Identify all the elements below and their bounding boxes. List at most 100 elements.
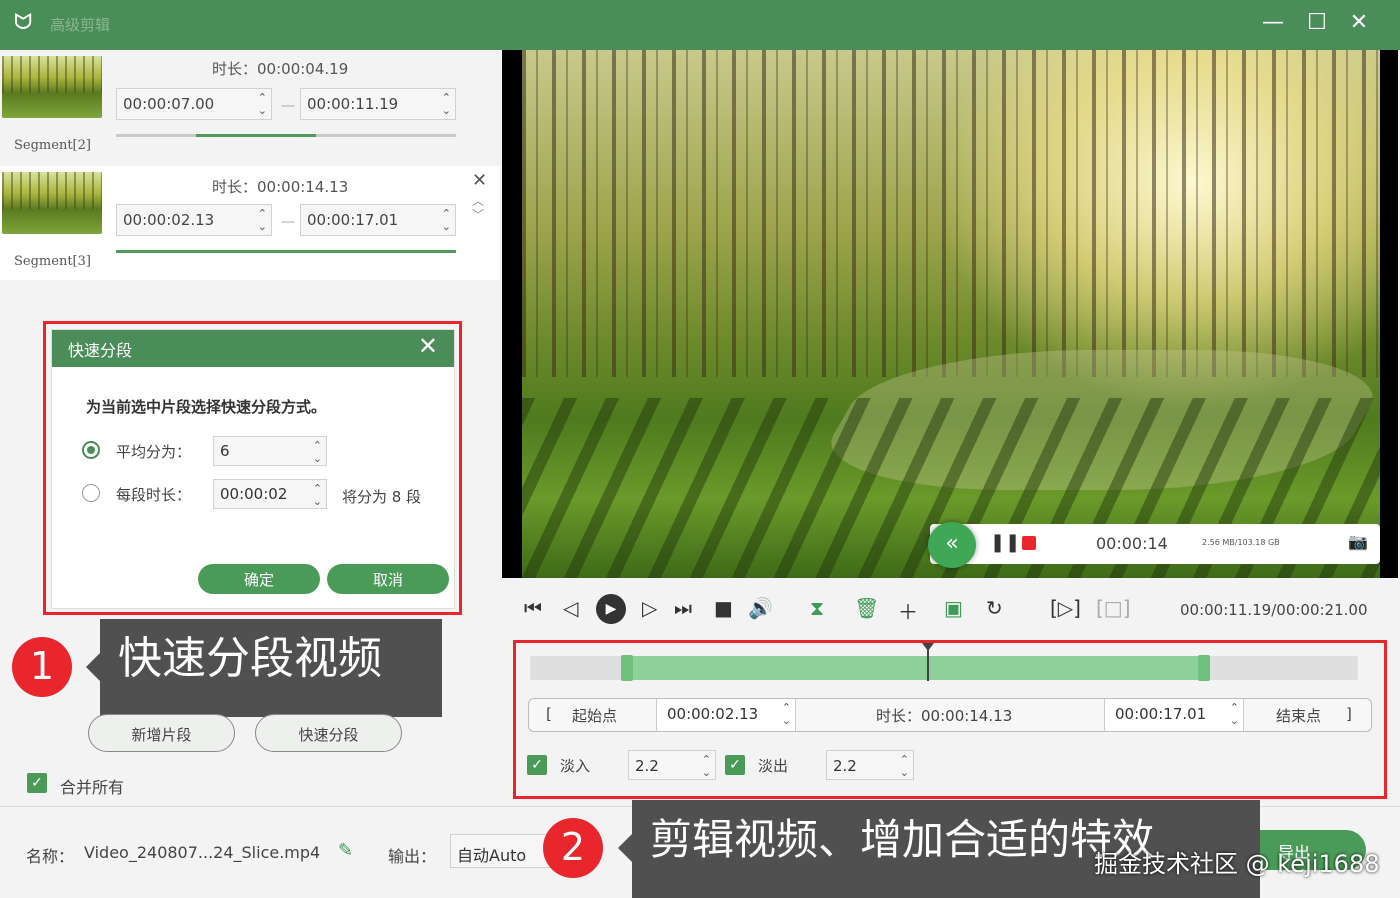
radio-duration[interactable]: [82, 484, 100, 502]
delete-icon[interactable]: 🗑: [854, 596, 879, 620]
play-selection-icon[interactable]: [▷]: [1050, 596, 1081, 620]
spinner-icon[interactable]: ⌃ ⌄: [258, 91, 267, 117]
volume-icon[interactable]: 🔊: [748, 596, 773, 620]
reset-icon[interactable]: ↻: [986, 596, 1003, 620]
app-logo-icon: ᗢ: [14, 10, 33, 35]
window-title: 高级剪辑: [50, 16, 111, 34]
dialog-header: 快速分段 ✕: [52, 330, 454, 367]
video-preview[interactable]: [502, 50, 1398, 578]
spinner-icon[interactable]: ⌃ ⌄: [442, 91, 451, 117]
quick-split-button[interactable]: 快速分段: [255, 714, 402, 752]
spinner-icon[interactable]: ⌃ ⌄: [258, 207, 267, 233]
output-filename: Video_240807...24_Slice.mp4: [84, 843, 321, 862]
timeline-start-handle[interactable]: [621, 655, 633, 681]
video-frame: [522, 50, 1398, 578]
spinner-icon[interactable]: ⌃ ⌄: [313, 439, 322, 465]
segment-item-selected[interactable]: Segment[3] 时长：00:00:14.13 00:00:02.13 ⌃ ⌄ …: [0, 166, 500, 280]
edit-name-icon[interactable]: ✎: [338, 840, 353, 861]
segment-end-input[interactable]: 00:00:17.01 ⌃ ⌄: [300, 204, 456, 236]
rewind-icon[interactable]: «: [928, 522, 976, 568]
confirm-button[interactable]: 确定: [198, 564, 320, 594]
end-time-input[interactable]: 00:00:17.01 ⌃ ⌄: [1104, 699, 1244, 731]
segment-duration: 时长：00:00:14.13: [212, 178, 349, 196]
set-start-button[interactable]: 起始点: [572, 705, 617, 726]
skip-end-icon[interactable]: ⏭: [674, 596, 692, 620]
segment-duration-input[interactable]: 00:00:02 ⌃ ⌄: [213, 479, 327, 509]
fade-out-label: 淡出: [758, 757, 789, 775]
add-segment-button[interactable]: 新增片段: [88, 714, 235, 752]
average-count-input[interactable]: 6 ⌃ ⌄: [213, 436, 327, 466]
skip-start-icon[interactable]: ⏮: [524, 596, 542, 620]
segment-label: Segment[3]: [14, 254, 91, 269]
average-label: 平均分为：: [116, 443, 192, 461]
output-label: 输出：: [388, 847, 437, 866]
segment-thumbnail: [2, 172, 102, 234]
segment-thumbnail: [2, 56, 102, 118]
segment-progress: [116, 250, 456, 253]
maximize-button[interactable]: ☐: [1302, 10, 1332, 35]
fade-in-input[interactable]: 2.2 ⌃ ⌄: [628, 750, 716, 780]
output-format-select[interactable]: 自动Auto: [450, 834, 550, 868]
start-time-input[interactable]: 00:00:02.13 ⌃ ⌄: [656, 699, 796, 731]
cancel-button[interactable]: 取消: [327, 564, 449, 594]
spinner-icon[interactable]: ⌃ ⌄: [782, 701, 791, 727]
delete-segment-icon[interactable]: ✕: [472, 170, 487, 191]
playback-timecode: 00:00:11.19/00:00:21.00: [1180, 601, 1368, 619]
recording-toolbar: « ❚❚ 00:00:14 2.56 MB/103.18 GB 📷: [928, 522, 1380, 568]
segment-label: Segment[2]: [14, 138, 91, 153]
recording-size: 2.56 MB/103.18 GB: [1202, 538, 1280, 547]
fade-out-input[interactable]: 2.2 ⌃ ⌄: [826, 750, 914, 780]
title-bar: ᗢ 高级剪辑 — ☐ ✕: [0, 0, 1400, 50]
segment-end-input[interactable]: 00:00:11.19 ⌃ ⌄: [300, 88, 456, 120]
name-label: 名称：: [26, 847, 75, 866]
add-icon[interactable]: ＋: [898, 596, 918, 625]
stop-icon[interactable]: ■: [714, 596, 733, 620]
crop-icon[interactable]: [□]: [1096, 596, 1131, 620]
spinner-icon[interactable]: ⌃ ⌄: [702, 753, 711, 779]
recording-time: 00:00:14: [1096, 534, 1168, 553]
camera-icon[interactable]: 📷: [1348, 532, 1368, 551]
timeline-end-handle[interactable]: [1198, 655, 1210, 681]
callout-quick-split: 快速分段视频: [86, 619, 442, 717]
stop-record-icon[interactable]: [1022, 536, 1036, 550]
previous-frame-icon[interactable]: ◁: [563, 596, 578, 620]
dialog-prompt: 为当前选中片段选择快速分段方式。: [86, 398, 327, 416]
set-end-button[interactable]: 结束点: [1276, 705, 1321, 726]
end-bracket-icon: ]: [1346, 705, 1352, 723]
fade-out-checkbox[interactable]: ✓: [725, 755, 745, 775]
merge-all-checkbox[interactable]: ✓: [27, 773, 47, 793]
copy-icon[interactable]: ▣: [944, 596, 963, 620]
segment-item[interactable]: Segment[2] 时长：00:00:04.19 00:00:07.00 ⌃ ⌄ …: [0, 50, 500, 164]
split-icon[interactable]: ⧗: [810, 596, 824, 620]
spinner-icon[interactable]: ⌃ ⌄: [900, 753, 909, 779]
minimize-button[interactable]: —: [1258, 10, 1288, 35]
callout-badge-1: 1: [12, 637, 72, 697]
callout-badge-2: 2: [543, 818, 603, 878]
next-frame-icon[interactable]: ▷: [642, 596, 657, 620]
start-bracket-icon: [: [546, 705, 552, 723]
spinner-icon[interactable]: ⌃ ⌄: [1230, 701, 1239, 727]
reorder-arrows-icon[interactable]: ︿ ﹀: [472, 194, 484, 222]
fade-in-checkbox[interactable]: ✓: [527, 755, 547, 775]
range-duration: 时长：00:00:14.13: [876, 707, 1013, 725]
timeline-selection[interactable]: [622, 656, 1210, 680]
range-separator: —: [281, 214, 295, 230]
quick-split-dialog: 快速分段 ✕ 为当前选中片段选择快速分段方式。 平均分为： 6 ⌃ ⌄ 每段时长： …: [51, 329, 455, 609]
timeline-playhead[interactable]: [922, 643, 935, 681]
range-separator: —: [281, 98, 295, 114]
spinner-icon[interactable]: ⌃ ⌄: [442, 207, 451, 233]
spinner-icon[interactable]: ⌃ ⌄: [313, 482, 322, 508]
segment-duration: 时长：00:00:04.19: [212, 60, 349, 78]
close-button[interactable]: ✕: [1344, 10, 1374, 35]
segment-progress: [116, 134, 456, 137]
dialog-title: 快速分段: [68, 341, 133, 360]
play-icon[interactable]: ▶: [596, 594, 626, 624]
segment-start-input[interactable]: 00:00:07.00 ⌃ ⌄: [116, 88, 272, 120]
dialog-close-icon[interactable]: ✕: [418, 332, 438, 360]
segment-start-input[interactable]: 00:00:02.13 ⌃ ⌄: [116, 204, 272, 236]
fade-in-label: 淡入: [560, 757, 591, 775]
merge-all-label: 合并所有: [60, 778, 125, 797]
radio-average[interactable]: [82, 441, 100, 459]
duration-label: 每段时长：: [116, 486, 192, 504]
pause-icon[interactable]: ❚❚: [990, 532, 1020, 553]
